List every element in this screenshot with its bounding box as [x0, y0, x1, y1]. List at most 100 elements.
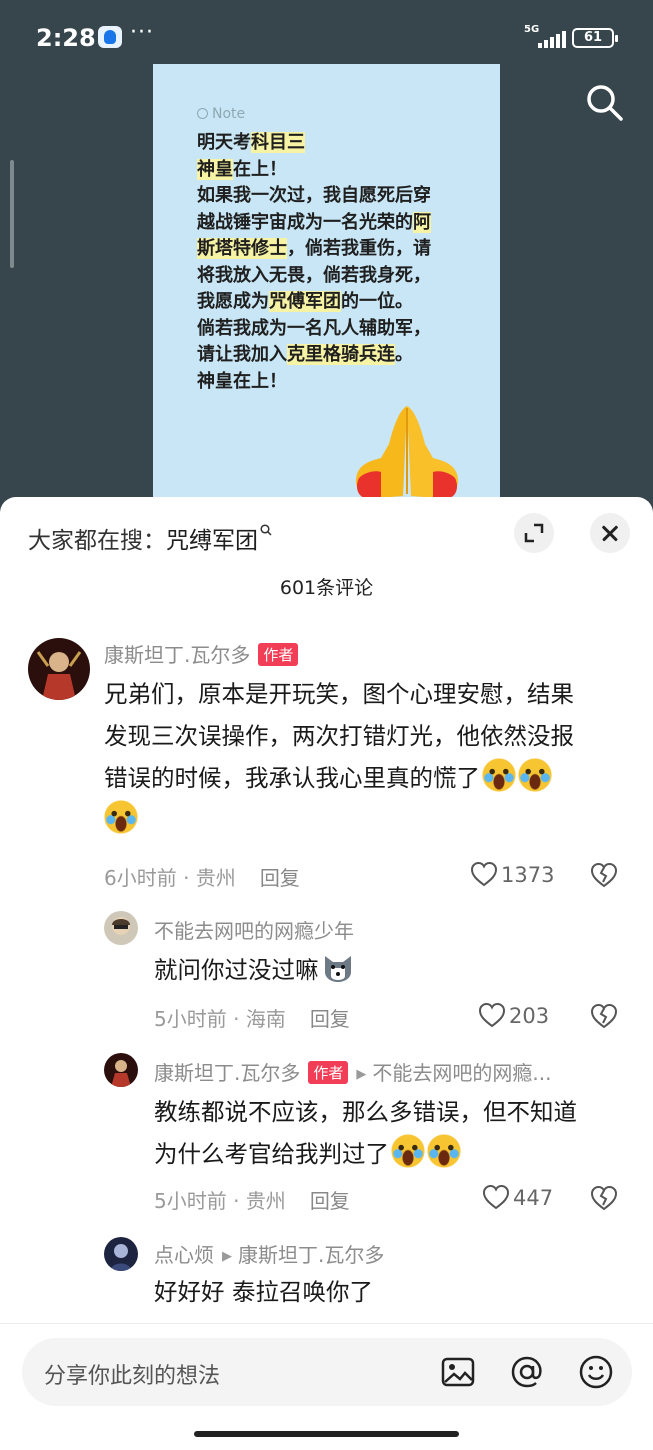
- note-header: Note: [197, 106, 245, 122]
- note-highlight: 咒傅军团: [269, 291, 341, 312]
- emoji-icon[interactable]: [578, 1354, 614, 1390]
- avatar-image: [104, 1237, 138, 1271]
- crying-laughing-emoji-icon: [518, 758, 552, 792]
- note-line: 神皇在上！: [197, 369, 487, 396]
- comment-location: 贵州: [245, 1189, 286, 1213]
- note-segment: 明天考: [197, 132, 251, 153]
- note-line: 越战锤宇宙成为一名光荣的阿: [197, 210, 487, 237]
- status-time: 2:28: [36, 24, 96, 52]
- comment-input[interactable]: 分享你此刻的想法: [22, 1338, 632, 1406]
- comment-line-text: 就问你过没过嘛: [154, 956, 319, 984]
- heart-icon: [478, 1002, 506, 1028]
- trending-keyword[interactable]: 咒缚军团: [166, 528, 258, 554]
- comment-line: 教练都说不应该，那么多错误，但不知道: [154, 1098, 577, 1126]
- search-small-icon: [260, 524, 272, 536]
- home-indicator[interactable]: [194, 1431, 459, 1437]
- avatar-image: [104, 1053, 138, 1087]
- comment-sheet: 大家都在搜：咒缚军团 601条评论 康斯坦丁.瓦尔多 作者 兄弟们，原本是开玩笑，…: [0, 497, 653, 1450]
- like-button[interactable]: 203: [478, 1002, 549, 1028]
- reply-to-name[interactable]: 康斯坦丁.瓦尔多: [238, 1243, 384, 1267]
- trending-prefix: 大家都在搜：: [28, 528, 166, 554]
- comment-author[interactable]: 康斯坦丁.瓦尔多 作者 ▶ 不能去网吧的网瘾...: [154, 1057, 551, 1086]
- reply-button[interactable]: 回复: [310, 1007, 350, 1031]
- like-count: 1373: [501, 863, 555, 887]
- note-line: 如果我一次过，我自愿死后穿: [197, 183, 487, 210]
- expand-button[interactable]: [514, 513, 554, 553]
- comment-line: 错误的时候，我承认我心里真的慌了: [104, 757, 624, 799]
- like-button[interactable]: 1373: [470, 861, 554, 887]
- note-line: 斯塔特修士，倘若我重伤，请: [197, 236, 487, 263]
- reply-button[interactable]: 回复: [310, 1189, 350, 1213]
- like-button[interactable]: 447: [482, 1184, 553, 1210]
- note-segment: 请让我加入: [197, 344, 287, 365]
- expand-icon: [524, 523, 544, 543]
- note-segment: 将我放入无畏，倘若我身死，: [197, 264, 431, 286]
- note-segment: 我愿成为: [197, 291, 269, 312]
- side-scroll-handle[interactable]: [10, 160, 14, 268]
- avatar[interactable]: [104, 1053, 138, 1087]
- battery-level: 61: [583, 30, 603, 45]
- comment-time: 6小时前: [104, 866, 177, 890]
- comment-line: 发现三次误操作，两次打错灯光，他依然没报: [104, 722, 574, 750]
- husky-dog-emoji-icon: [321, 950, 355, 984]
- note-text: 明天考科目三 神皇在上！ 如果我一次过，我自愿死后穿 越战锤宇宙成为一名光荣的阿 斯塔特…: [197, 130, 487, 395]
- dislike-icon[interactable]: [590, 1185, 618, 1211]
- comment-author[interactable]: 不能去网吧的网瘾少年: [154, 915, 354, 944]
- avatar[interactable]: [104, 911, 138, 945]
- note-line: 神皇在上！: [197, 157, 487, 184]
- comment-text: 教练都说不应该，那么多错误，但不知道 为什么考官给我判过了: [154, 1091, 634, 1175]
- note-line: 明天考科目三: [197, 130, 487, 157]
- battery-icon: 61: [572, 28, 618, 48]
- comment-text: 就问你过没过嘛: [154, 949, 355, 991]
- like-count: 447: [513, 1186, 554, 1210]
- note-image: Note 明天考科目三 神皇在上！ 如果我一次过，我自愿死后穿 越战锤宇宙成为一名光荣…: [153, 64, 500, 520]
- trending-search[interactable]: 大家都在搜：咒缚军团: [28, 521, 272, 555]
- reply-arrow-icon: ▶: [222, 1249, 232, 1264]
- author-name[interactable]: 点心烦: [154, 1243, 214, 1267]
- image-icon[interactable]: [440, 1354, 476, 1390]
- dislike-icon[interactable]: [590, 862, 618, 888]
- comment-text: 好好好 泰拉召唤你了: [154, 1271, 373, 1313]
- note-highlight: 斯塔特修士: [197, 238, 287, 259]
- comment-location: 海南: [245, 1007, 286, 1031]
- note-line: 倘若我成为一名凡人辅助军，: [197, 316, 487, 343]
- reply-to-name[interactable]: 不能去网吧的网瘾...: [372, 1061, 551, 1085]
- search-icon[interactable]: [584, 82, 626, 124]
- note-segment: 越战锤宇宙成为一名光荣的: [197, 211, 413, 233]
- crying-laughing-emoji-icon: [427, 1134, 461, 1168]
- reply-arrow-icon: ▶: [356, 1067, 367, 1082]
- note-highlight: 科目三: [251, 132, 305, 153]
- note-line: 我愿成为咒傅军团的一位。: [197, 289, 487, 316]
- comment-time: 5小时前: [154, 1189, 227, 1213]
- comment-line-text: 为什么考官给我判过了: [154, 1140, 389, 1168]
- dislike-icon[interactable]: [590, 1003, 618, 1029]
- crying-laughing-emoji-icon: [482, 758, 516, 792]
- heart-icon: [482, 1184, 510, 1210]
- comment-line: 为什么考官给我判过了: [154, 1133, 634, 1175]
- comment-time: 5小时前: [154, 1007, 227, 1031]
- comment-line: 兄弟们，原本是开玩笑，图个心理安慰，结果: [104, 680, 574, 708]
- note-label: Note: [212, 106, 246, 122]
- author-tag: 作者: [258, 643, 299, 666]
- avatar[interactable]: [28, 638, 90, 700]
- comment-line-text: 好好好 泰拉召唤你了: [154, 1278, 373, 1306]
- note-line: 请让我加入克里格骑兵连。: [197, 342, 487, 369]
- author-name[interactable]: 康斯坦丁.瓦尔多: [154, 1061, 300, 1085]
- comment-meta: 5小时前 · 海南 回复: [154, 1007, 350, 1031]
- note-highlight: 克里格骑兵连: [287, 344, 395, 365]
- author-name[interactable]: 康斯坦丁.瓦尔多: [104, 643, 250, 667]
- mention-icon[interactable]: [509, 1354, 545, 1390]
- crying-laughing-emoji-icon: [391, 1134, 425, 1168]
- comment-author[interactable]: 点心烦 ▶ 康斯坦丁.瓦尔多: [154, 1239, 384, 1268]
- note-segment: 如果我一次过，我自愿死后穿: [197, 185, 431, 206]
- note-segment: 倘若我成为一名凡人辅助军，: [197, 317, 431, 339]
- author-tag: 作者: [308, 1061, 349, 1084]
- input-placeholder: 分享你此刻的想法: [44, 1364, 221, 1389]
- more-notifications-icon: ···: [130, 20, 154, 45]
- comment-author[interactable]: 康斯坦丁.瓦尔多 作者: [104, 639, 299, 668]
- note-segment: 。: [395, 344, 413, 365]
- reply-button[interactable]: 回复: [260, 866, 300, 890]
- avatar[interactable]: [104, 1237, 138, 1271]
- author-name[interactable]: 不能去网吧的网瘾少年: [154, 919, 354, 943]
- close-icon[interactable]: [590, 513, 630, 553]
